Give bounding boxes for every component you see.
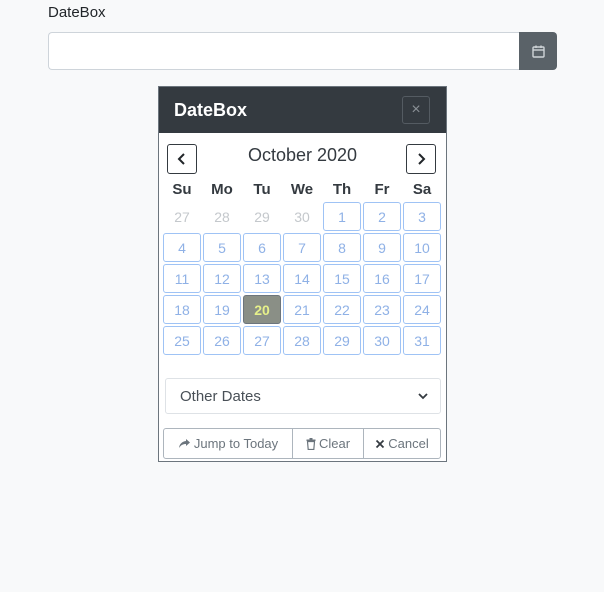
weekday-label: Fr bbox=[374, 180, 390, 198]
chevron-right-icon bbox=[418, 153, 426, 165]
day-cell[interactable]: 7 bbox=[283, 233, 321, 262]
day-cell[interactable]: 22 bbox=[323, 295, 361, 324]
other-dates-select[interactable]: Other Dates bbox=[165, 378, 441, 414]
day-cell[interactable]: 11 bbox=[163, 264, 201, 293]
weekday-label: Tu bbox=[253, 180, 271, 198]
day-cell[interactable]: 28 bbox=[283, 326, 321, 355]
day-cell[interactable]: 31 bbox=[403, 326, 441, 355]
day-cell[interactable]: 4 bbox=[163, 233, 201, 262]
jump-to-today-label: Jump to Today bbox=[193, 436, 279, 451]
day-cell-selected[interactable]: 20 bbox=[243, 295, 281, 324]
day-cell[interactable]: 15 bbox=[323, 264, 361, 293]
weekday-header: Su Mo Tu We Th Fr Sa bbox=[162, 177, 446, 201]
day-cell[interactable]: 12 bbox=[203, 264, 241, 293]
calendar-icon bbox=[531, 45, 545, 58]
weekday-label: Th bbox=[332, 180, 352, 198]
datebox-popup: DateBox × October 2020 Su Mo Tu We Th Fr Sa 27… bbox=[158, 86, 447, 462]
day-cell[interactable]: 13 bbox=[243, 264, 281, 293]
day-cell-outside-month: 27 bbox=[163, 202, 201, 231]
popup-title: DateBox bbox=[174, 99, 248, 120]
jump-to-today-button[interactable]: Jump to Today bbox=[164, 429, 293, 458]
day-cell[interactable]: 1 bbox=[323, 202, 361, 231]
day-cell[interactable]: 19 bbox=[203, 295, 241, 324]
day-cell[interactable]: 17 bbox=[403, 264, 441, 293]
weekday-label: Sa bbox=[412, 180, 432, 198]
day-cell[interactable]: 18 bbox=[163, 295, 201, 324]
day-cell[interactable]: 26 bbox=[203, 326, 241, 355]
day-cell[interactable]: 25 bbox=[163, 326, 201, 355]
close-icon: × bbox=[411, 101, 421, 118]
day-cell[interactable]: 6 bbox=[243, 233, 281, 262]
share-arrow-icon bbox=[178, 439, 190, 448]
month-navigation: October 2020 bbox=[159, 133, 446, 177]
weekday-label: We bbox=[290, 180, 314, 198]
trash-icon bbox=[306, 437, 316, 450]
popup-header: DateBox × bbox=[159, 87, 446, 133]
day-cell[interactable]: 5 bbox=[203, 233, 241, 262]
day-cell[interactable]: 10 bbox=[403, 233, 441, 262]
day-cell[interactable]: 9 bbox=[363, 233, 401, 262]
day-cell-outside-month: 28 bbox=[203, 202, 241, 231]
popup-footer: Jump to Today Clear Cancel bbox=[163, 428, 441, 459]
x-icon bbox=[376, 439, 385, 448]
day-cell-outside-month: 29 bbox=[243, 202, 281, 231]
other-dates-label: Other Dates bbox=[180, 387, 261, 405]
day-cell[interactable]: 24 bbox=[403, 295, 441, 324]
day-grid: 27 28 29 30 1 2 3 4 5 6 7 8 9 10 11 12 13 14 15 16 17 18 19 20 2… bbox=[162, 201, 446, 356]
chevron-down-icon bbox=[418, 393, 428, 400]
day-cell[interactable]: 14 bbox=[283, 264, 321, 293]
cancel-label: Cancel bbox=[388, 436, 429, 451]
day-cell[interactable]: 27 bbox=[243, 326, 281, 355]
day-cell[interactable]: 8 bbox=[323, 233, 361, 262]
day-cell[interactable]: 21 bbox=[283, 295, 321, 324]
weekday-label: Su bbox=[172, 180, 192, 198]
month-title: October 2020 bbox=[247, 145, 358, 165]
day-cell[interactable]: 16 bbox=[363, 264, 401, 293]
date-input[interactable] bbox=[48, 32, 519, 70]
close-button[interactable]: × bbox=[402, 96, 430, 124]
day-cell[interactable]: 29 bbox=[323, 326, 361, 355]
datebox-input-group bbox=[48, 32, 557, 70]
clear-button[interactable]: Clear bbox=[293, 429, 364, 458]
cancel-button[interactable]: Cancel bbox=[364, 429, 440, 458]
field-label: DateBox bbox=[48, 4, 106, 21]
day-cell[interactable]: 3 bbox=[403, 202, 441, 231]
open-calendar-button[interactable] bbox=[519, 32, 557, 70]
day-cell[interactable]: 2 bbox=[363, 202, 401, 231]
clear-label: Clear bbox=[318, 436, 351, 451]
day-cell[interactable]: 23 bbox=[363, 295, 401, 324]
next-month-button[interactable] bbox=[406, 144, 436, 174]
day-cell-outside-month: 30 bbox=[283, 202, 321, 231]
weekday-label: Mo bbox=[211, 180, 233, 198]
day-cell[interactable]: 30 bbox=[363, 326, 401, 355]
